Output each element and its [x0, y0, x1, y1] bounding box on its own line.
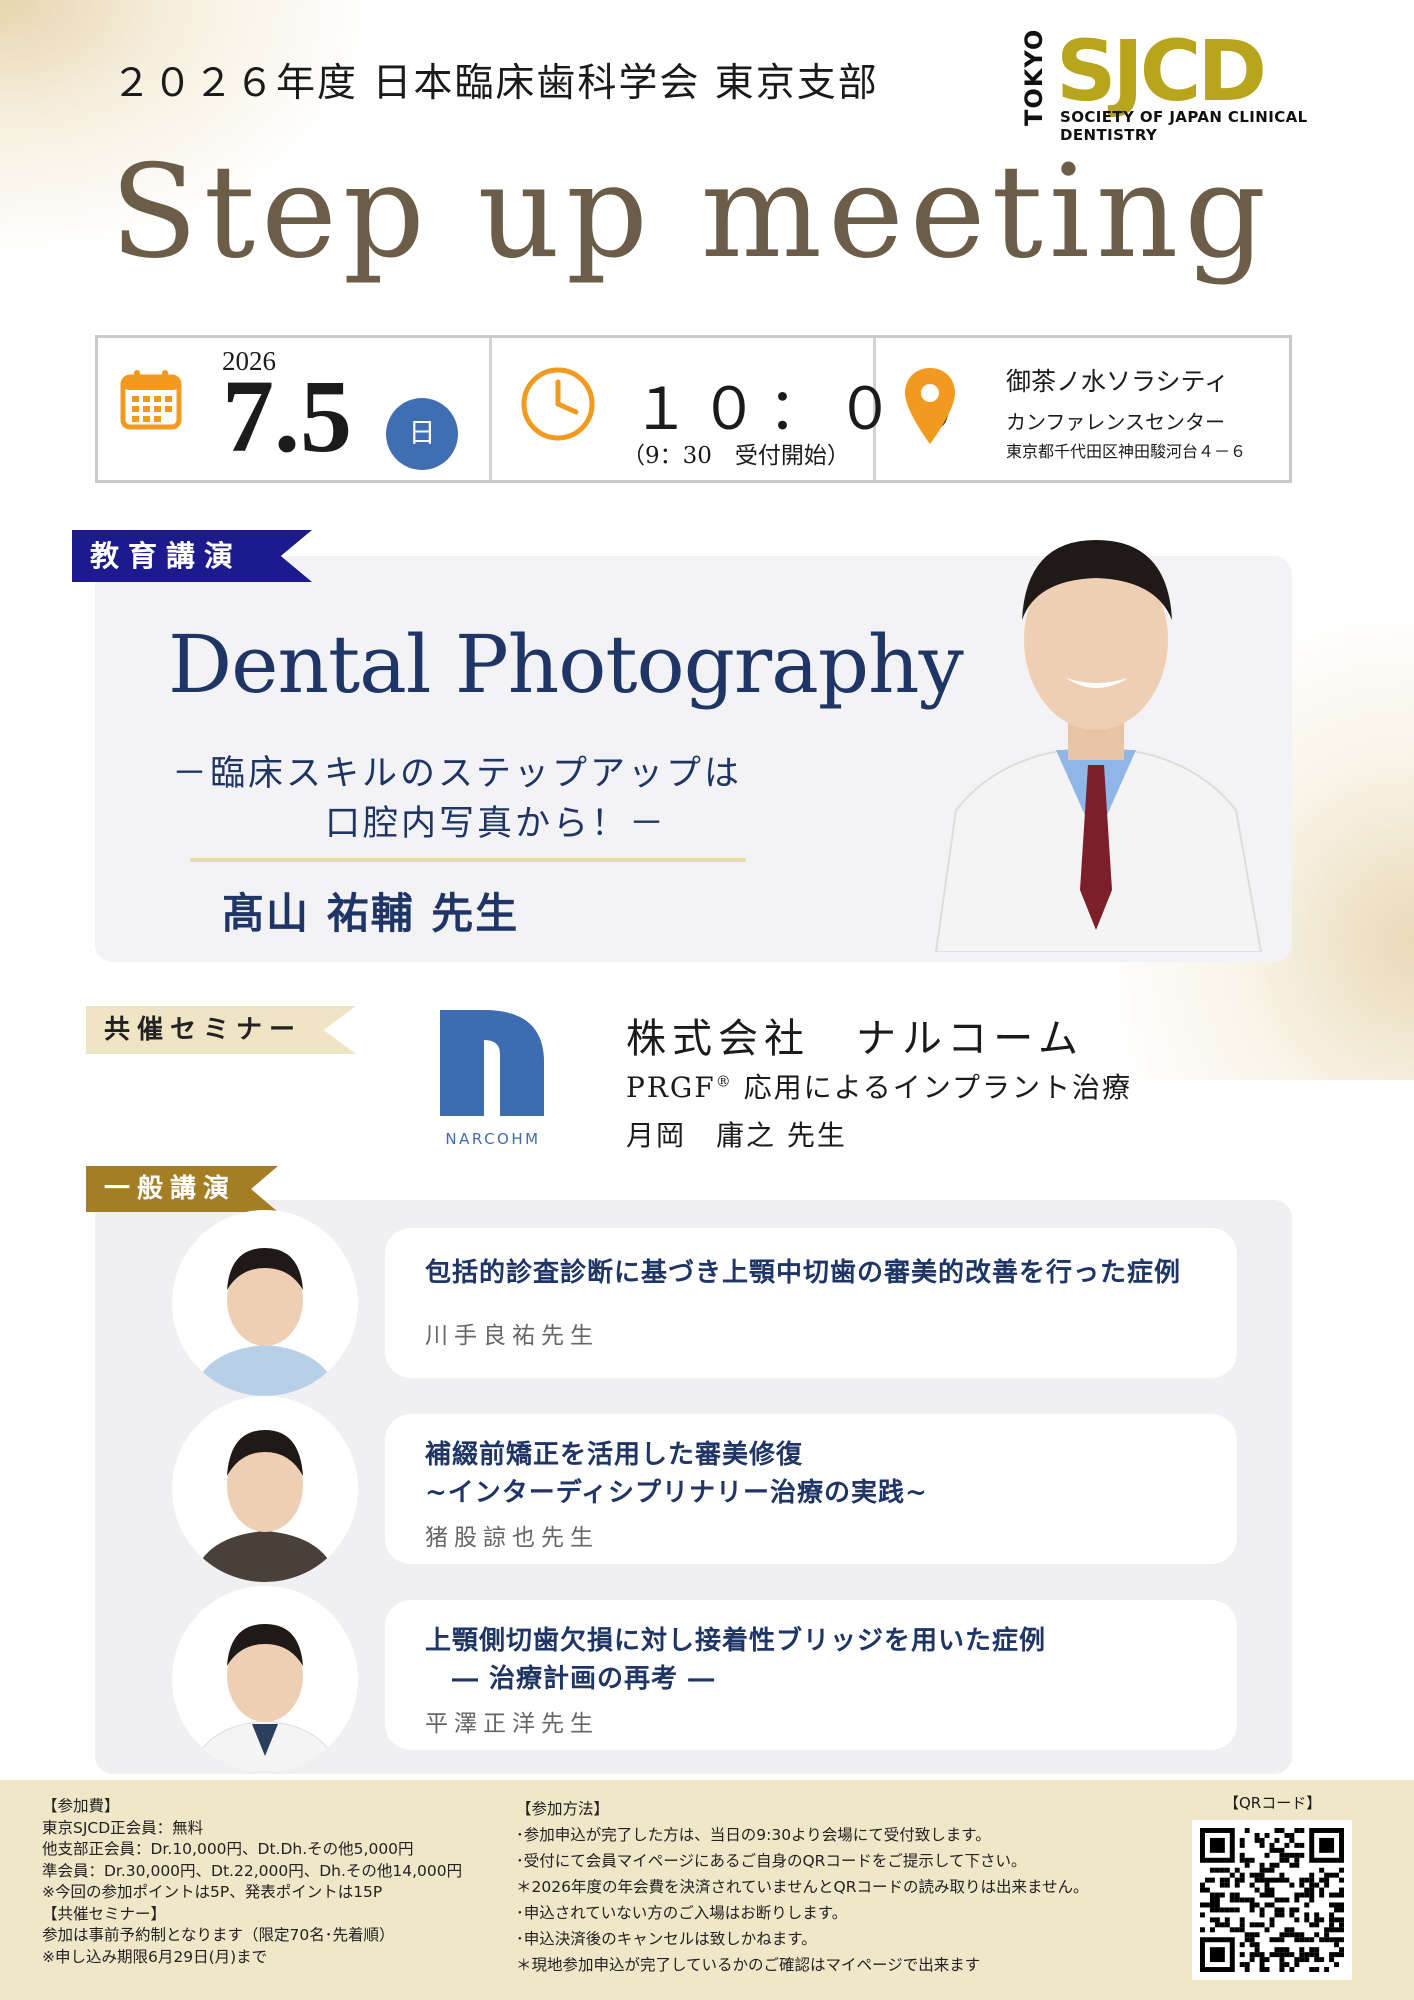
qr-code[interactable] — [1192, 1820, 1352, 1980]
calendar-icon — [120, 370, 182, 430]
lecture-2-title: 補綴前矯正を活用した審美修復 — [425, 1440, 804, 1470]
topic-rest: 応用によるインプラント治療 — [732, 1071, 1132, 1104]
lecture-card-3: 上顎側切歯欠損に対し接着性ブリッジを用いた症例 ― 治療計画の再考 ― 平澤正洋… — [385, 1600, 1237, 1750]
divider-rule — [190, 858, 746, 862]
venue-name: 御茶ノ水ソラシティ — [1006, 367, 1230, 396]
narcohm-brand-text: NARCOHM — [445, 1130, 541, 1148]
main-title: Step up meeting — [110, 138, 1273, 287]
education-lecture-title: Dental Photography — [168, 618, 964, 711]
fees-line: ※今回の参加ポイントは5P、発表ポイントは15P — [42, 1883, 383, 1901]
lecture-3-title: 上顎側切歯欠損に対し接着性ブリッジを用いた症例 — [425, 1626, 1047, 1656]
method-section: 【参加方法】 ･参加申込が完了した方は、当日の9:30より会場にて受付致します。… — [516, 1796, 1089, 1978]
fees-line: 東京SJCD正会員：無料 — [42, 1818, 204, 1837]
lecture-2-speaker: 猪股諒也先生 — [425, 1525, 599, 1551]
lecture-1-title: 包括的診査診断に基づき上顎中切歯の審美的改善を行った症例 — [425, 1258, 1182, 1288]
topic-prefix: PRGF — [626, 1071, 716, 1104]
speaker-1-avatar — [192, 1248, 338, 1396]
logo-tokyo-text: TOKYO — [1020, 28, 1048, 126]
education-speaker: 髙山 祐輔 先生 — [222, 889, 520, 938]
lecture-card-2: 補綴前矯正を活用した審美修復 ~インターディシプリナリー治療の実践~ 猪股諒也先… — [385, 1414, 1237, 1564]
clock-icon — [521, 367, 595, 441]
lecture-3-subtitle: ― 治療計画の再考 ― — [425, 1664, 716, 1694]
cosponsor-speaker: 月岡 庸之 先生 — [626, 1119, 847, 1152]
qr-label: 【QRコード】 — [1224, 1794, 1322, 1812]
registered-mark: ® — [715, 1072, 733, 1091]
fees-section: 【参加費】 東京SJCD正会員：無料 他支部正会員：Dr.10,000円、Dt.… — [42, 1796, 462, 1968]
method-line: ･申込されていない方のご入場はお断りします。 — [516, 1904, 848, 1922]
lecture-2-subtitle: ~インターディシプリナリー治療の実践~ — [425, 1478, 928, 1508]
reception-time: （9：30 受付開始） — [622, 443, 850, 469]
fees-line: 【共催セミナー】 — [42, 1904, 167, 1923]
location-pin-icon — [905, 368, 955, 444]
cosponsor-company: 株式会社 ナルコーム — [626, 1016, 1084, 1062]
method-line: ＊現地参加申込が完了しているかのご確認はマイページで出来ます — [516, 1956, 981, 1974]
method-line: ･参加申込が完了した方は、当日の9:30より会場にて受付致します。 — [516, 1826, 991, 1844]
organization-title: ２０２６年度 日本臨床歯科学会 東京支部 — [112, 61, 879, 106]
speaker-3-avatar — [191, 1624, 339, 1772]
method-line: ･受付にて会員マイページにあるご自身のQRコードをご提示して下さい。 — [516, 1852, 1027, 1870]
fees-line: 【参加費】 — [42, 1797, 120, 1815]
education-subtitle-line2: 口腔内写真から！－ — [325, 804, 668, 844]
cosponsor-topic: PRGF® 応用によるインプラント治療 — [626, 1066, 1132, 1106]
logo-mark: SJCD — [1056, 22, 1267, 120]
narcohm-logo — [440, 1010, 544, 1116]
speaker-photo-2 — [172, 1396, 358, 1582]
lecture-card-1: 包括的診査診断に基づき上顎中切歯の審美的改善を行った症例 川手良祐先生 — [385, 1228, 1237, 1378]
fees-line: 準会員：Dr.30,000円、Dt.22,000円、Dh.その他14,000円 — [42, 1861, 463, 1880]
lecture-3-speaker: 平澤正洋先生 — [425, 1711, 599, 1737]
event-date: 7.5 — [222, 359, 352, 474]
sjcd-logo: TOKYO SJCD SOCIETY OF JAPAN CLINICAL DEN… — [1020, 22, 1376, 144]
education-subtitle-line1: －臨床スキルのステップアップは — [172, 754, 743, 794]
method-line: ＊2026年度の年会費を決済されていませんとQRコードの読み取りは出来ません。 — [516, 1878, 1089, 1896]
qr-code-icon — [1200, 1828, 1344, 1972]
speaker-photo-1 — [172, 1210, 358, 1396]
method-line: ･申込決済後のキャンセルは致しかねます。 — [516, 1930, 817, 1948]
speaker-2-avatar — [192, 1430, 338, 1582]
speaker-photo-3 — [172, 1586, 358, 1772]
cosponsor-seminar-label: 共催セミナー — [86, 1006, 356, 1054]
fees-line: 他支部正会員：Dr.10,000円、Dt.Dh.その他5,000円 — [42, 1840, 414, 1858]
main-speaker-portrait — [934, 540, 1263, 952]
education-lecture-label: 教育講演 — [72, 530, 312, 582]
fees-line: 参加は事前予約制となります（限定70名･先着順） — [42, 1926, 395, 1944]
time-cell: １０：００ （9：30 受付開始） — [492, 338, 962, 480]
general-lecture-label: 一般講演 — [86, 1166, 278, 1212]
venue-hall: カンファレンスセンター — [1006, 410, 1225, 434]
date-cell: 2026 7.5 日 — [98, 338, 492, 480]
event-info-box: 2026 7.5 日 １０：００ （9：30 受付開始） 御茶ノ水ソラシティ カ… — [95, 335, 1292, 483]
venue-address: 東京都千代田区神田駿河台４－６ — [1006, 442, 1247, 461]
venue-cell: 御茶ノ水ソラシティ カンファレンスセンター 東京都千代田区神田駿河台４－６ — [876, 338, 1292, 480]
fees-line: ※申し込み期限6月29日(月)まで — [42, 1947, 268, 1966]
event-weekday-badge: 日 — [386, 398, 458, 470]
method-line: 【参加方法】 — [516, 1800, 610, 1818]
lecture-1-speaker: 川手良祐先生 — [425, 1323, 599, 1349]
